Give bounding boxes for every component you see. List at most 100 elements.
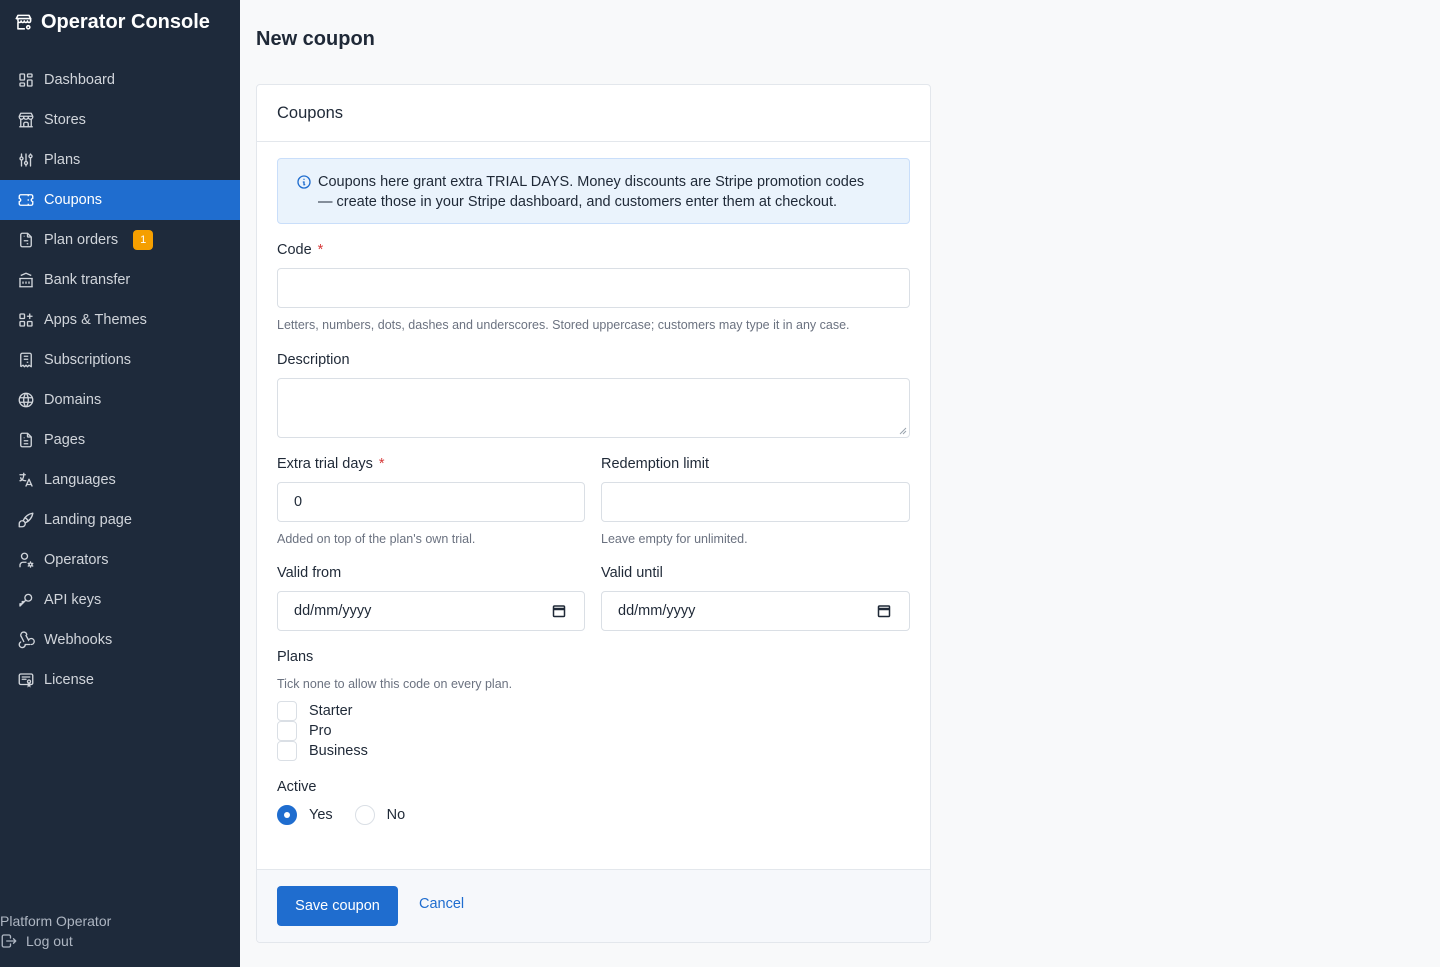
- plans-checkbox-group: Starter Pro Business: [277, 701, 368, 761]
- sidebar-item-label: Stores: [44, 112, 86, 128]
- plan-option-business[interactable]: Business: [277, 741, 368, 761]
- alert-text-line-1: Coupons here grant extra TRIAL DAYS. Mon…: [318, 174, 865, 190]
- calendar-icon[interactable]: [877, 604, 891, 618]
- sidebar-item-label: Subscriptions: [44, 352, 132, 368]
- coupon-form-card: Coupons Coupons here grant extra TRIAL D…: [256, 84, 931, 943]
- sidebar-item-languages[interactable]: Languages: [0, 460, 240, 500]
- active-no-radio[interactable]: [354, 805, 375, 825]
- sidebar-item-label: API keys: [44, 592, 102, 608]
- sidebar: Operator Console Dashboard Stores Plans …: [0, 0, 240, 967]
- plan-option-label: Pro: [309, 723, 332, 739]
- info-alert: Coupons here grant extra TRIAL DAYS. Mon…: [277, 158, 910, 224]
- valid-from-value: dd/mm/yyyy: [294, 603, 372, 619]
- sidebar-item-bank-transfer[interactable]: Bank transfer: [0, 260, 240, 300]
- extra-trial-days-input[interactable]: 0: [277, 482, 585, 522]
- redemption-limit-input[interactable]: [601, 482, 910, 522]
- operator-name: Platform Operator: [0, 913, 112, 929]
- sidebar-item-label: Languages: [44, 472, 116, 488]
- sidebar-item-label: Plans: [44, 152, 81, 168]
- sidebar-item-landing-page[interactable]: Landing page: [0, 500, 240, 540]
- sidebar-item-plans[interactable]: Plans: [0, 140, 240, 180]
- certificate-icon: [18, 673, 34, 688]
- brush-icon: [18, 512, 34, 528]
- key-icon: [19, 593, 33, 607]
- sidebar-item-apps-themes[interactable]: Apps & Themes: [0, 300, 240, 340]
- sidebar-item-subscriptions[interactable]: Subscriptions: [0, 340, 240, 380]
- notification-badge: 1: [133, 230, 154, 250]
- plan-option-label: Starter: [309, 703, 353, 719]
- code-input[interactable]: [277, 268, 910, 308]
- plan-option-starter[interactable]: Starter: [277, 701, 368, 721]
- app-title: Operator Console: [41, 10, 210, 33]
- adjustments-icon: [19, 153, 33, 167]
- code-hint: Letters, numbers, dots, dashes and under…: [277, 318, 850, 332]
- sidebar-item-label: Bank transfer: [44, 272, 131, 288]
- plan-option-pro[interactable]: Pro: [277, 721, 368, 741]
- calendar-icon[interactable]: [552, 604, 566, 618]
- active-radio-group: Yes No: [277, 804, 405, 826]
- sidebar-item-operators[interactable]: Operators: [0, 540, 240, 580]
- sidebar-item-label: Landing page: [44, 512, 132, 528]
- valid-until-value: dd/mm/yyyy: [618, 603, 696, 619]
- world-icon: [18, 392, 34, 408]
- checkbox[interactable]: [277, 701, 297, 721]
- sidebar-item-stores[interactable]: Stores: [0, 100, 240, 140]
- sidebar-item-webhooks[interactable]: Webhooks: [0, 620, 240, 660]
- sidebar-item-api-keys[interactable]: API keys: [0, 580, 240, 620]
- building-store-icon: [18, 112, 34, 128]
- redemption-limit-hint: Leave empty for unlimited.: [601, 532, 748, 546]
- logout-link[interactable]: Log out: [0, 931, 240, 951]
- save-coupon-button[interactable]: Save coupon: [277, 886, 398, 926]
- dashboard-icon: [19, 73, 33, 87]
- sidebar-item-license[interactable]: License: [0, 660, 240, 700]
- cancel-link[interactable]: Cancel: [419, 896, 464, 912]
- required-marker: *: [378, 456, 385, 472]
- logout-icon: [1, 934, 17, 948]
- building-bank-icon: [19, 272, 33, 288]
- sidebar-item-domains[interactable]: Domains: [0, 380, 240, 420]
- card-title: Coupons: [257, 85, 930, 142]
- sidebar-item-label: Dashboard: [44, 72, 115, 88]
- sidebar-item-dashboard[interactable]: Dashboard: [0, 60, 240, 100]
- sidebar-item-label: Coupons: [44, 192, 103, 208]
- description-label: Description: [277, 352, 350, 368]
- code-label-text: Code: [277, 242, 312, 258]
- brand[interactable]: Operator Console: [14, 10, 210, 34]
- valid-from-label: Valid from: [277, 565, 342, 581]
- sidebar-item-label: Domains: [44, 392, 102, 408]
- code-label: Code *: [277, 242, 323, 258]
- sidebar-nav: Dashboard Stores Plans Coupons Plan orde…: [0, 60, 240, 700]
- sidebar-item-label: Pages: [44, 432, 86, 448]
- extra-trial-days-label-text: Extra trial days: [277, 456, 373, 472]
- extra-trial-days-hint: Added on top of the plan's own trial.: [277, 532, 476, 546]
- sidebar-item-label: Plan orders: [44, 232, 119, 248]
- active-yes-label[interactable]: Yes: [309, 807, 333, 823]
- active-yes-radio[interactable]: [277, 805, 297, 825]
- checkbox[interactable]: [277, 721, 297, 741]
- sidebar-item-label: Webhooks: [44, 632, 113, 648]
- card-footer: Save coupon Cancel: [257, 869, 930, 942]
- ticket-icon: [18, 194, 34, 206]
- logout-label: Log out: [26, 933, 73, 949]
- sidebar-item-label: Apps & Themes: [44, 312, 147, 328]
- active-no-label[interactable]: No: [387, 807, 406, 823]
- valid-until-date-input[interactable]: dd/mm/yyyy: [601, 591, 910, 631]
- valid-until-label: Valid until: [601, 565, 663, 581]
- redemption-limit-label: Redemption limit: [601, 456, 709, 472]
- receipt-icon: [20, 352, 32, 368]
- user-cog-icon: [19, 552, 34, 568]
- sidebar-footer: Platform Operator Log out: [0, 911, 240, 951]
- resize-grip-icon[interactable]: [899, 427, 907, 435]
- sidebar-item-pages[interactable]: Pages: [0, 420, 240, 460]
- checkbox[interactable]: [277, 741, 297, 761]
- plans-label: Plans: [277, 649, 314, 665]
- sidebar-item-plan-orders[interactable]: Plan orders 1: [0, 220, 240, 260]
- file-invoice-icon: [20, 232, 32, 248]
- file-text-icon: [20, 432, 32, 448]
- sidebar-item-coupons[interactable]: Coupons: [0, 180, 240, 220]
- description-textarea[interactable]: [277, 378, 910, 438]
- sidebar-item-label: Operators: [44, 552, 109, 568]
- info-circle-icon: [297, 175, 311, 189]
- valid-from-date-input[interactable]: dd/mm/yyyy: [277, 591, 585, 631]
- webhook-icon: [18, 631, 35, 649]
